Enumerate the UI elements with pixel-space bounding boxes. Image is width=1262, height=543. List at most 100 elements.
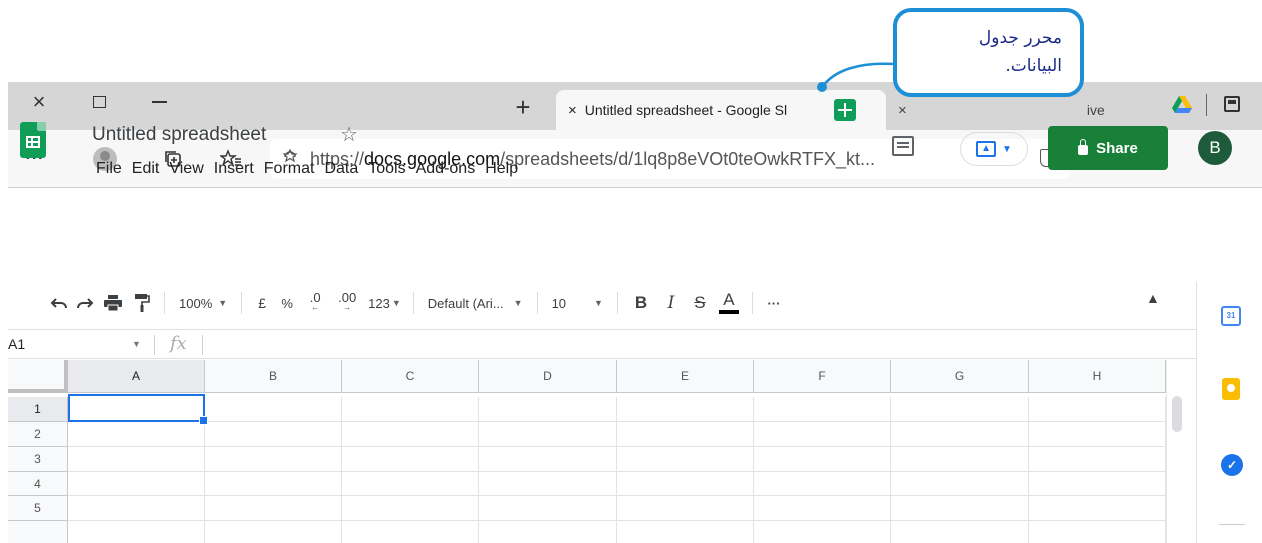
grid-cell[interactable] — [891, 496, 1029, 521]
menu-addons[interactable]: Add-ons — [416, 160, 476, 178]
grid-cell[interactable] — [891, 422, 1029, 447]
undo-icon[interactable] — [46, 289, 72, 317]
vertical-scrollbar-track[interactable] — [1166, 360, 1188, 543]
present-button[interactable]: ▲ ▼ — [960, 132, 1028, 166]
grid-cell[interactable] — [68, 422, 205, 447]
grid-cell[interactable] — [205, 447, 342, 472]
column-header[interactable]: F — [754, 360, 891, 393]
text-color-button[interactable]: A — [714, 289, 744, 317]
share-button[interactable]: Share — [1048, 126, 1168, 170]
paint-format-icon[interactable] — [128, 289, 156, 317]
grid-cell[interactable] — [205, 422, 342, 447]
italic-button[interactable]: I — [656, 289, 686, 317]
grid-cell[interactable] — [342, 422, 479, 447]
row-header[interactable]: 4 — [8, 472, 68, 496]
grid-cell[interactable] — [479, 472, 617, 496]
name-box[interactable]: A1 — [8, 336, 25, 352]
row-header[interactable]: 1 — [8, 397, 68, 422]
collapse-menu-icon[interactable]: ▼ — [1146, 292, 1160, 308]
grid-cell[interactable] — [479, 521, 617, 543]
calendar-icon[interactable]: 31 — [1221, 306, 1241, 326]
grid-cell[interactable] — [891, 447, 1029, 472]
document-title[interactable]: Untitled spreadsheet — [92, 124, 266, 146]
vertical-scrollbar[interactable] — [1172, 396, 1182, 432]
grid-cell[interactable] — [479, 496, 617, 521]
grid-cell[interactable] — [205, 472, 342, 496]
select-all-corner[interactable] — [8, 360, 68, 393]
grid-cell[interactable] — [342, 447, 479, 472]
column-header[interactable]: C — [342, 360, 479, 393]
menu-view[interactable]: View — [169, 160, 203, 178]
keep-icon[interactable] — [1222, 378, 1240, 400]
grid-cell[interactable] — [1029, 397, 1166, 422]
more-tools-button[interactable]: ··· — [761, 289, 787, 317]
zoom-select[interactable]: 100% ▼ — [173, 289, 233, 317]
row-header[interactable] — [8, 521, 68, 543]
menu-file[interactable]: File — [96, 160, 122, 178]
menu-data[interactable]: Data — [324, 160, 358, 178]
grid-cell[interactable] — [754, 447, 891, 472]
grid-cell[interactable] — [891, 472, 1029, 496]
grid-cell[interactable] — [68, 447, 205, 472]
more-formats-select[interactable]: 123 ▼ — [364, 289, 405, 317]
grid-cell[interactable] — [754, 472, 891, 496]
menu-format[interactable]: Format — [264, 160, 315, 178]
column-header[interactable]: B — [205, 360, 342, 393]
new-tab-button[interactable]: + — [508, 92, 538, 122]
tasks-icon[interactable]: ✓ — [1221, 454, 1243, 476]
window-minimize-button[interactable] — [142, 88, 176, 116]
grid-cell[interactable] — [205, 521, 342, 543]
grid-cell[interactable] — [342, 521, 479, 543]
column-header[interactable]: G — [891, 360, 1029, 393]
grid-cell[interactable] — [754, 496, 891, 521]
grid-cell[interactable] — [1029, 472, 1166, 496]
column-header[interactable]: A — [68, 360, 205, 393]
grid-cell[interactable] — [754, 521, 891, 543]
avatar[interactable]: B — [1198, 131, 1232, 165]
grid-cell[interactable] — [617, 472, 754, 496]
row-header[interactable]: 3 — [8, 447, 68, 472]
collections-icon[interactable] — [1224, 96, 1240, 112]
strikethrough-button[interactable]: S — [686, 289, 714, 317]
comment-history-icon[interactable] — [892, 136, 914, 156]
font-size-select[interactable]: 10 ▼ — [546, 289, 609, 317]
increase-decimal-button[interactable]: .00 → — [330, 289, 364, 317]
decrease-decimal-button[interactable]: .0 ← — [300, 289, 330, 317]
tab-close-icon[interactable]: × — [898, 102, 907, 119]
grid-cell[interactable] — [479, 447, 617, 472]
chevron-down-icon[interactable]: ▼ — [132, 339, 141, 349]
bold-button[interactable]: B — [626, 289, 656, 317]
menu-insert[interactable]: Insert — [214, 160, 254, 178]
window-maximize-button[interactable] — [82, 88, 116, 116]
font-select[interactable]: Default (Ari... ▼ — [422, 289, 529, 317]
grid-cell[interactable] — [479, 397, 617, 422]
window-close-button[interactable]: × — [22, 88, 56, 116]
menu-edit[interactable]: Edit — [132, 160, 160, 178]
grid-cell[interactable] — [1029, 496, 1166, 521]
currency-format-button[interactable]: £ — [250, 289, 274, 317]
selected-cell[interactable] — [68, 394, 208, 425]
star-icon[interactable]: ☆ — [340, 122, 358, 147]
grid-cell[interactable] — [1029, 422, 1166, 447]
menu-help[interactable]: Help — [485, 160, 518, 178]
tab-google-sheets[interactable]: × Untitled spreadsheet - Google Sl — [556, 90, 886, 130]
grid-cell[interactable] — [617, 397, 754, 422]
grid-cell[interactable] — [68, 496, 205, 521]
google-drive-icon[interactable] — [1172, 96, 1192, 114]
grid-cell[interactable] — [1029, 447, 1166, 472]
grid-cell[interactable] — [754, 397, 891, 422]
grid-cell[interactable] — [617, 496, 754, 521]
grid-cell[interactable] — [617, 447, 754, 472]
grid-cell[interactable] — [205, 496, 342, 521]
print-icon[interactable] — [98, 289, 128, 317]
percent-format-button[interactable]: % — [274, 289, 300, 317]
grid-cell[interactable] — [1029, 521, 1166, 543]
grid-cell[interactable] — [68, 521, 205, 543]
grid-cell[interactable] — [342, 472, 479, 496]
grid-cell[interactable] — [891, 521, 1029, 543]
grid-cell[interactable] — [342, 397, 479, 422]
grid-cell[interactable] — [617, 521, 754, 543]
grid-cell[interactable] — [342, 496, 479, 521]
row-header[interactable]: 2 — [8, 422, 68, 447]
column-header[interactable]: H — [1029, 360, 1166, 393]
